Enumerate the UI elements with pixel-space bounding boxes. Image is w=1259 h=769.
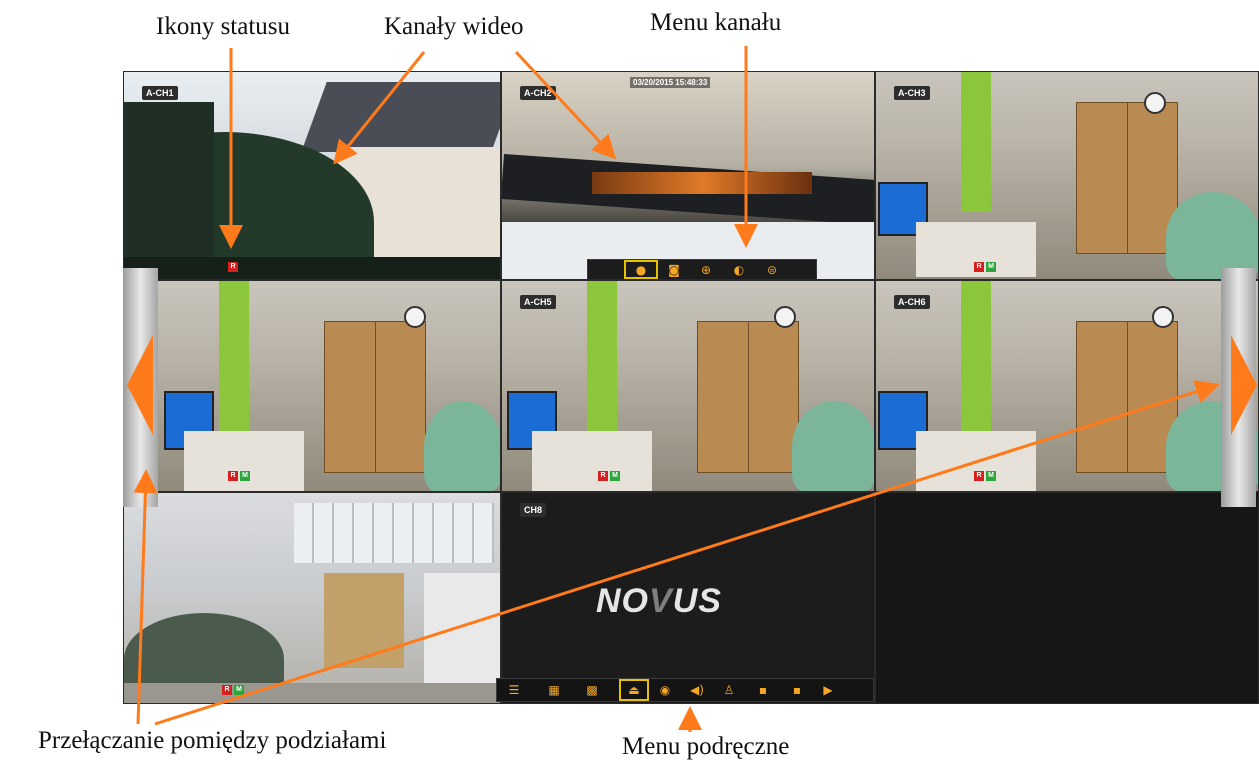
- callout-arrows: [133, 46, 1220, 732]
- arrow-video-ch1: [333, 51, 426, 165]
- arrow-switch-left: [133, 469, 158, 725]
- arrow-switch-right: [154, 380, 1220, 726]
- arrow-video-ch2: [514, 50, 617, 160]
